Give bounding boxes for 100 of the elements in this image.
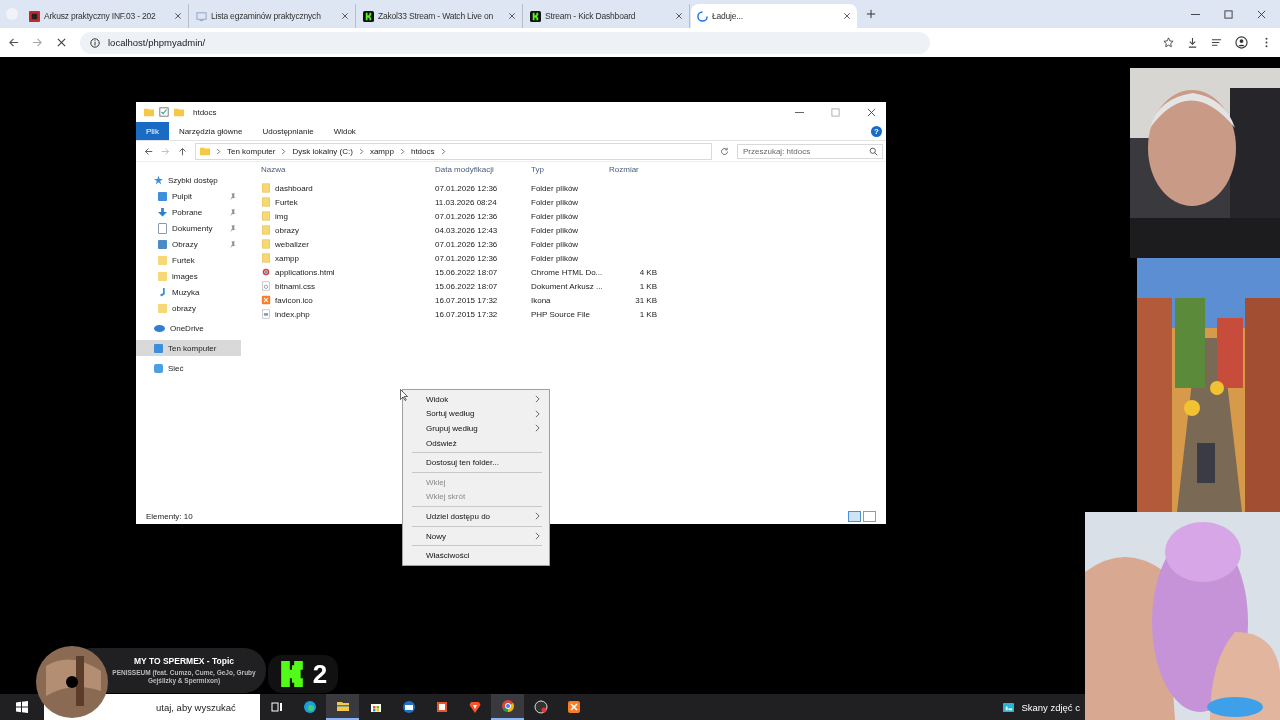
- file-name[interactable]: obrazy: [275, 225, 299, 235]
- new-tab-icon[interactable]: [866, 9, 876, 19]
- close-icon[interactable]: [508, 12, 516, 20]
- close-icon[interactable]: [341, 12, 349, 20]
- menu-item[interactable]: Widok: [406, 392, 546, 407]
- nav-item[interactable]: OneDrive: [136, 320, 241, 336]
- column-header[interactable]: Nazwa: [255, 164, 435, 174]
- file-type: Folder plików: [531, 197, 580, 207]
- menu-item[interactable]: Dostosuj ten folder...: [406, 455, 546, 470]
- menu-item[interactable]: Odśwież: [406, 435, 546, 451]
- ribbon-tab[interactable]: Widok: [323, 122, 366, 140]
- file-type: Folder plików: [531, 253, 580, 263]
- nav-item[interactable]: Ten komputer: [136, 340, 241, 356]
- nav-item[interactable]: Pulpit: [136, 188, 241, 204]
- tab-list-icon[interactable]: [1211, 37, 1222, 48]
- address-bar[interactable]: localhost/phpmyadmin/: [80, 31, 930, 54]
- pin-icon[interactable]: [229, 224, 236, 232]
- folder-icon: [174, 107, 184, 117]
- refresh-icon[interactable]: [720, 146, 729, 156]
- php-file-icon: [261, 309, 271, 319]
- file-name[interactable]: bitnami.css: [275, 281, 315, 291]
- file-name[interactable]: applications.html: [275, 267, 335, 277]
- file-date: 07.01.2026 12:36: [435, 253, 499, 263]
- file-size: 1 KB: [639, 309, 657, 319]
- menu-item[interactable]: Nowy: [406, 528, 546, 544]
- nav-item[interactable]: Furtek: [136, 252, 241, 268]
- close-icon[interactable]: [174, 12, 182, 20]
- chrome-app-icon[interactable]: [491, 694, 524, 720]
- menu-item[interactable]: Sortuj według: [406, 406, 546, 422]
- loading-spinner-icon: [697, 10, 708, 22]
- nav-item[interactable]: Sieć: [136, 360, 241, 376]
- nav-item[interactable]: Pobrane: [136, 204, 241, 220]
- window-title: htdocs: [193, 107, 217, 117]
- windows-start-icon[interactable]: [16, 701, 28, 713]
- stop-icon[interactable]: [56, 37, 67, 48]
- nav-item[interactable]: Obrazy: [136, 236, 241, 252]
- file-name[interactable]: webalizer: [275, 239, 309, 249]
- column-header[interactable]: Typ: [531, 164, 609, 174]
- file-date: 11.03.2026 08:24: [435, 197, 498, 207]
- file-name[interactable]: img: [275, 211, 288, 221]
- file-name[interactable]: xampp: [275, 253, 299, 263]
- nav-item[interactable]: images: [136, 268, 241, 284]
- column-header[interactable]: Rozmiar: [609, 164, 657, 174]
- notification-text: Skany zdjęć c: [1021, 701, 1080, 713]
- file-name[interactable]: favicon.ico: [275, 295, 313, 305]
- file-size: 1 KB: [639, 281, 657, 291]
- bookmark-star-icon[interactable]: [1163, 37, 1174, 48]
- pin-icon[interactable]: [229, 192, 236, 200]
- back-icon[interactable]: [144, 146, 153, 156]
- file-name[interactable]: Furtek: [275, 197, 298, 207]
- search-field[interactable]: Przeszukaj: htdocs: [737, 143, 883, 159]
- photo-scan-icon[interactable]: [1002, 701, 1016, 713]
- ribbon-tab[interactable]: Udostępnianie: [252, 122, 324, 140]
- file-type: Folder plików: [531, 239, 580, 249]
- help-button[interactable]: ?: [871, 125, 882, 137]
- details-view-icon[interactable]: [848, 510, 861, 522]
- checkbox-icon[interactable]: [159, 107, 169, 117]
- file-type: PHP Source File: [531, 309, 591, 319]
- file-name[interactable]: dashboard: [275, 183, 313, 193]
- pin-icon[interactable]: [229, 240, 236, 248]
- file-name[interactable]: index.php: [275, 309, 310, 319]
- up-icon[interactable]: [178, 146, 187, 156]
- nav-item[interactable]: Dokumenty: [136, 220, 241, 236]
- file-date: 16.07.2015 17:32: [435, 309, 499, 319]
- menu-item[interactable]: Właściwości: [406, 548, 546, 563]
- file-date: 07.01.2026 12:36: [435, 211, 499, 221]
- folder-icon: [144, 107, 154, 117]
- nav-item[interactable]: obrazy: [136, 300, 241, 316]
- tiles-view-icon[interactable]: [863, 510, 876, 522]
- chrome-file-icon: [261, 267, 271, 277]
- kick-logo-icon: [363, 10, 374, 22]
- ribbon-tab[interactable]: Narzędzia główne: [168, 122, 253, 140]
- ribbon-tab[interactable]: Plik: [136, 122, 169, 140]
- kick-logo-icon: [278, 661, 305, 687]
- close-icon[interactable]: [843, 12, 851, 20]
- file-size: 31 KB: [635, 295, 657, 305]
- song-channel: MY TO SPERMEX - Topic: [133, 656, 235, 667]
- address-bar[interactable]: Ten komputer Dysk lokalny (C:) xampp htdocs: [195, 142, 712, 160]
- close-icon[interactable]: [1257, 9, 1266, 19]
- explorer-app-icon[interactable]: [326, 694, 359, 720]
- close-icon[interactable]: [675, 12, 683, 20]
- browser-tab[interactable]: Ładuje...: [691, 4, 857, 28]
- close-icon[interactable]: [867, 107, 876, 117]
- file-date: 07.01.2026 12:36: [435, 183, 499, 193]
- profile-icon[interactable]: [1235, 36, 1248, 49]
- restore-icon[interactable]: [1224, 9, 1233, 19]
- kick-logo-icon: [530, 10, 541, 22]
- back-icon[interactable]: [8, 37, 19, 48]
- nav-item[interactable]: Szybki dostęp: [136, 172, 241, 188]
- menu-item[interactable]: Grupuj według: [406, 421, 546, 436]
- file-type: Dokument Arkusz ...: [531, 281, 604, 291]
- download-icon[interactable]: [1187, 37, 1198, 48]
- pin-icon[interactable]: [229, 208, 236, 216]
- file-date: 07.01.2026 12:36: [435, 239, 499, 249]
- nav-item[interactable]: Muzyka: [136, 284, 241, 300]
- file-size: 4 KB: [639, 267, 657, 277]
- column-header[interactable]: Data modyfikacji: [435, 164, 531, 174]
- viewer-count: 2: [312, 661, 328, 687]
- info-icon: [90, 37, 100, 48]
- menu-item[interactable]: Udziel dostępu do: [406, 509, 546, 524]
